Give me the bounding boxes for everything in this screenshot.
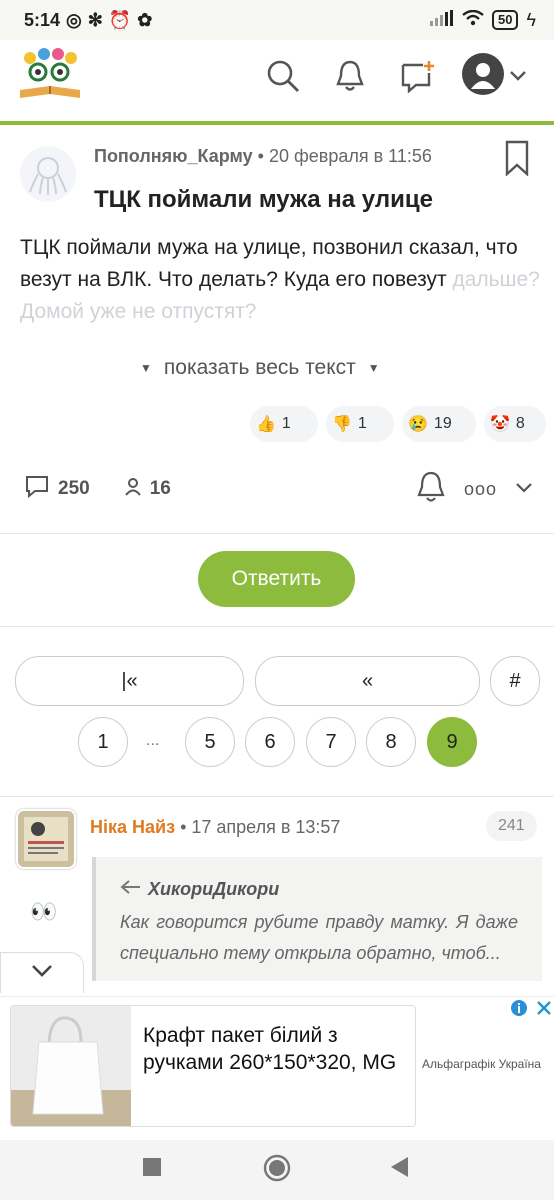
post-date: 20 февраля в 11:56 [268,146,432,166]
page-6-button[interactable]: 6 [245,717,295,767]
post-author[interactable]: Пополняю_Карму [94,146,253,166]
collapse-tab[interactable] [0,952,84,993]
post-body-text: ТЦК поймали мужа на улице, позвонил сказ… [20,236,518,291]
reaction-count: 19 [433,415,452,432]
home-icon[interactable] [263,1154,291,1187]
post-body: ТЦК поймали мужа на улице, позвонил сказ… [20,232,540,328]
alarm-icon: ⏰ [108,9,132,30]
chevron-down-icon [31,964,53,983]
ad-title[interactable]: Крафт пакет білий з ручками 260*150*320,… [143,1022,405,1076]
quote-text: Как говорится рубите правду матку. Я даж… [120,912,518,963]
thumbs-up-icon: 👍 [256,416,276,433]
more-options-icon[interactable]: ooo [464,479,497,500]
divider [0,533,554,534]
status-bar: 5:14 ◎ ✻ ⏰ ✿ 50 ϟ [0,0,554,40]
post-meta: Пополняю_Карму • 20 февраля в 11:56 [94,146,432,166]
reaction-count: 1 [281,415,291,432]
comment-date: 17 апреля в 13:57 [191,817,341,837]
charging-icon: ϟ [526,9,536,30]
new-message-icon[interactable] [397,56,437,96]
user-avatar[interactable] [462,53,504,95]
participants-icon [124,476,142,502]
ad-card[interactable]: Крафт пакет білий з ручками 260*150*320,… [10,1005,416,1127]
participants-count: 16 [149,478,171,499]
paw-icon: ✿ [137,9,153,30]
ad-image[interactable] [11,1006,131,1126]
ad-controls [510,999,552,1022]
header-accent-line [0,121,554,125]
search-icon[interactable] [263,56,303,96]
slack-icon: ✻ [87,9,103,30]
reaction-crying[interactable]: 😢 19 [402,406,476,442]
reaction-thumbs-down[interactable]: 👎 1 [326,406,394,442]
recent-apps-icon[interactable] [143,1158,161,1181]
reaction-thumbs-up[interactable]: 👍 1 [250,406,318,442]
system-nav-bar [0,1140,554,1200]
post-stats: 250 16 [24,474,171,504]
whatsapp-icon: ◎ [66,9,82,30]
show-full-text-label: показать весь текст [163,356,356,379]
status-time: 5:14 [24,9,61,30]
subscribe-bell-icon[interactable] [416,470,446,509]
post-title: ТЦК поймали мужа на улице [94,186,433,213]
reaction-count: 8 [515,415,525,432]
chevron-down-icon[interactable] [500,56,536,96]
show-full-text-button[interactable]: ▼ показать весь текст ▼ [140,356,380,380]
previous-page-button[interactable]: « [255,656,480,706]
notifications-bell-icon[interactable] [330,56,370,96]
clown-face-icon: 🤡 [490,416,510,433]
thumbs-down-icon: 👎 [332,416,352,433]
crying-face-icon: 😢 [408,416,428,433]
reply-button[interactable]: Ответить [198,551,355,607]
go-to-page-button[interactable]: # [490,656,540,706]
reaction-clown[interactable]: 🤡 8 [484,406,546,442]
author-avatar[interactable] [20,146,76,202]
comment-bubble-icon [24,474,50,504]
ad-banner[interactable]: Крафт пакет білий з ручками 260*150*320,… [0,996,554,1133]
comment-number-badge[interactable]: 241 [486,811,537,841]
chevron-down-icon[interactable] [515,481,533,499]
page-5-button[interactable]: 5 [185,717,235,767]
reply-arrow-icon [120,879,142,900]
commenter-avatar[interactable] [16,809,76,869]
ad-brand[interactable]: Альфаграфік Україна [422,1057,541,1071]
ad-info-icon[interactable] [510,999,528,1022]
back-icon[interactable] [391,1157,409,1182]
comment-author[interactable]: Ніка Найз [90,817,175,837]
eyes-icon: 👀 [30,899,58,924]
comment-meta: Ніка Найз • 17 апреля в 13:57 [90,817,341,837]
site-logo[interactable] [16,48,84,102]
triangle-down-icon: ▼ [367,361,380,375]
ad-close-icon[interactable] [536,1000,552,1021]
signal-icon [430,9,454,31]
comments-count: 250 [58,478,90,499]
wifi-icon [462,9,484,31]
quote-block: ХикориДикори Как говорится рубите правду… [92,857,542,981]
quote-header: ХикориДикори [120,879,279,900]
page-9-button-current[interactable]: 9 [427,717,477,767]
first-page-button[interactable]: |« [15,656,244,706]
post-actions: ooo [416,470,533,509]
divider [0,626,554,627]
battery-icon: 50 [492,10,519,30]
page-7-button[interactable]: 7 [306,717,356,767]
triangle-down-icon: ▼ [140,361,152,375]
pagination-ellipsis: ... [146,732,160,749]
page-1-button[interactable]: 1 [78,717,128,767]
page-8-button[interactable]: 8 [366,717,416,767]
bookmark-icon[interactable] [504,140,530,177]
quote-author[interactable]: ХикориДикори [148,879,279,900]
reaction-count: 1 [357,415,367,432]
reactions-bar: 👍 1 👎 1 😢 19 🤡 8 [250,406,546,442]
